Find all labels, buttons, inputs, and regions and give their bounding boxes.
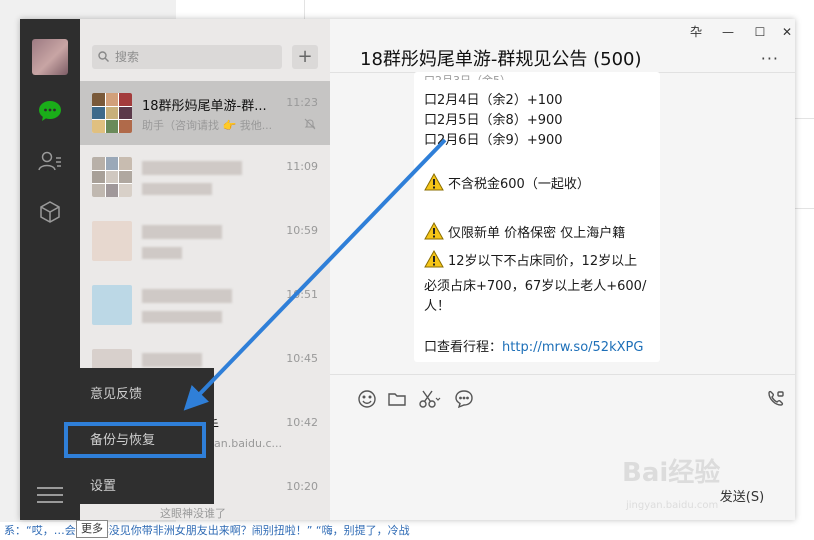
chat-pane: 卆 — ☐ ✕ 18群彤妈尾单游-群规见公告 (500) ··· 口2月3日（余… bbox=[330, 19, 795, 520]
contacts-icon[interactable] bbox=[38, 149, 62, 173]
background-footer-text: 系：“哎，…会怎么都没见你带非洲女朋友出来啊？闹别扭啦！” “嗨，别提了，冷战 bbox=[0, 522, 814, 540]
chat-snippet: 这眼神没谁了 bbox=[160, 507, 226, 520]
message-line: 仅限新单 价格保密 仅上海户籍 bbox=[424, 222, 625, 241]
background-divider bbox=[795, 208, 814, 209]
chat-name: 18群彤妈尾单游-群... bbox=[142, 99, 267, 114]
divider bbox=[330, 374, 795, 375]
favorites-icon[interactable] bbox=[38, 200, 62, 224]
group-avatar bbox=[92, 157, 132, 197]
chat-snippet: an.baidu.c... bbox=[214, 437, 282, 450]
add-chat-button[interactable]: + bbox=[292, 45, 318, 69]
search-input[interactable]: 搜索 bbox=[92, 45, 282, 69]
chat-title: 18群彤妈尾单游-群规见公告 (500) bbox=[360, 49, 642, 70]
watermark-url: jingyan.baidu.com bbox=[626, 500, 719, 511]
chat-time: 10:59 bbox=[286, 224, 318, 237]
message-line: 12岁以下不占床同价，12岁以上 bbox=[424, 250, 637, 269]
chat-avatar bbox=[92, 221, 132, 261]
message-line: 口2月5日（余8）+900 bbox=[424, 113, 563, 128]
message-line: 必须占床+700，67岁以上老人+600/ bbox=[424, 279, 647, 294]
chat-time: 10:51 bbox=[286, 288, 318, 301]
watermark-brand: Bai经验 bbox=[622, 458, 721, 488]
chat-time: 11:09 bbox=[286, 160, 318, 173]
close-button[interactable]: ✕ bbox=[780, 25, 794, 39]
blurred-snippet bbox=[142, 311, 222, 323]
blurred-snippet bbox=[142, 247, 182, 259]
background-divider bbox=[795, 118, 814, 119]
menu-item-feedback[interactable]: 意见反馈 bbox=[90, 383, 142, 402]
itinerary-link[interactable]: http://mrw.so/52kXPG bbox=[502, 340, 643, 355]
warning-icon bbox=[424, 173, 444, 191]
tooltip: 更多 bbox=[76, 520, 108, 538]
emoji-icon[interactable] bbox=[357, 389, 377, 409]
chat-time: 11:23 bbox=[286, 96, 318, 109]
video-call-icon[interactable] bbox=[766, 389, 786, 409]
warning-icon bbox=[424, 222, 444, 240]
chat-snippet: 助手（咨询请找 👉 我他... bbox=[142, 119, 273, 132]
blurred-name bbox=[142, 353, 202, 367]
message-line: 口2月4日（余2）+100 bbox=[424, 93, 563, 108]
chat-avatar bbox=[92, 285, 132, 325]
chat-list-item[interactable]: 10:51 bbox=[80, 273, 330, 337]
message-cut-line: 口2月3日（余5） bbox=[424, 72, 511, 80]
search-icon bbox=[98, 51, 109, 62]
blurred-snippet bbox=[142, 183, 212, 195]
group-avatar bbox=[92, 93, 132, 133]
menu-item-settings[interactable]: 设置 bbox=[90, 475, 116, 494]
blurred-name bbox=[142, 161, 242, 175]
chat-list-item[interactable]: 10:59 bbox=[80, 209, 330, 273]
warning-icon bbox=[424, 250, 444, 268]
minimize-button[interactable]: — bbox=[721, 25, 735, 39]
message-line: 不含税金600（一起收） bbox=[424, 173, 590, 192]
blurred-name bbox=[142, 289, 232, 303]
maximize-button[interactable]: ☐ bbox=[753, 25, 767, 39]
message-line: 人！ bbox=[424, 299, 451, 314]
folder-icon[interactable] bbox=[387, 389, 407, 409]
more-options-button[interactable]: ··· bbox=[761, 49, 779, 68]
comment-icon[interactable] bbox=[454, 389, 474, 409]
itinerary-label: 口查看行程： bbox=[424, 340, 503, 355]
message-bubble: 口2月3日（余5） 口2月4日（余2）+100 口2月5日（余8）+900 口2… bbox=[414, 72, 660, 362]
chat-time: 10:20 bbox=[286, 480, 318, 493]
baidu-jingyan-watermark: Bai经验 jingyan.baidu.com bbox=[622, 452, 772, 522]
avatar[interactable] bbox=[32, 39, 68, 75]
background-divider bbox=[304, 0, 305, 20]
highlight-box bbox=[64, 422, 206, 458]
chat-icon[interactable] bbox=[38, 99, 62, 123]
scissors-icon[interactable] bbox=[418, 389, 442, 409]
message-line: 口2月6日（余9）+900 bbox=[424, 133, 563, 148]
search-placeholder: 搜索 bbox=[115, 50, 140, 64]
blurred-name bbox=[142, 225, 222, 239]
chat-time: 10:42 bbox=[286, 416, 318, 429]
pin-button[interactable]: 卆 bbox=[689, 25, 703, 39]
chat-list-item[interactable]: 18群彤妈尾单游-群... 助手（咨询请找 👉 我他... 11:23 bbox=[80, 81, 330, 145]
chat-time: 10:45 bbox=[286, 352, 318, 365]
wechat-window: 搜索 + 18群彤妈尾单游-群... 助手（咨询请找 👉 我他... 11:23 bbox=[20, 19, 795, 538]
menu-icon[interactable] bbox=[37, 487, 63, 505]
mute-icon bbox=[304, 118, 316, 130]
chat-list-item[interactable]: 11:09 bbox=[80, 145, 330, 209]
itinerary-line: 口查看行程：http://mrw.so/52kXPG bbox=[424, 336, 643, 355]
